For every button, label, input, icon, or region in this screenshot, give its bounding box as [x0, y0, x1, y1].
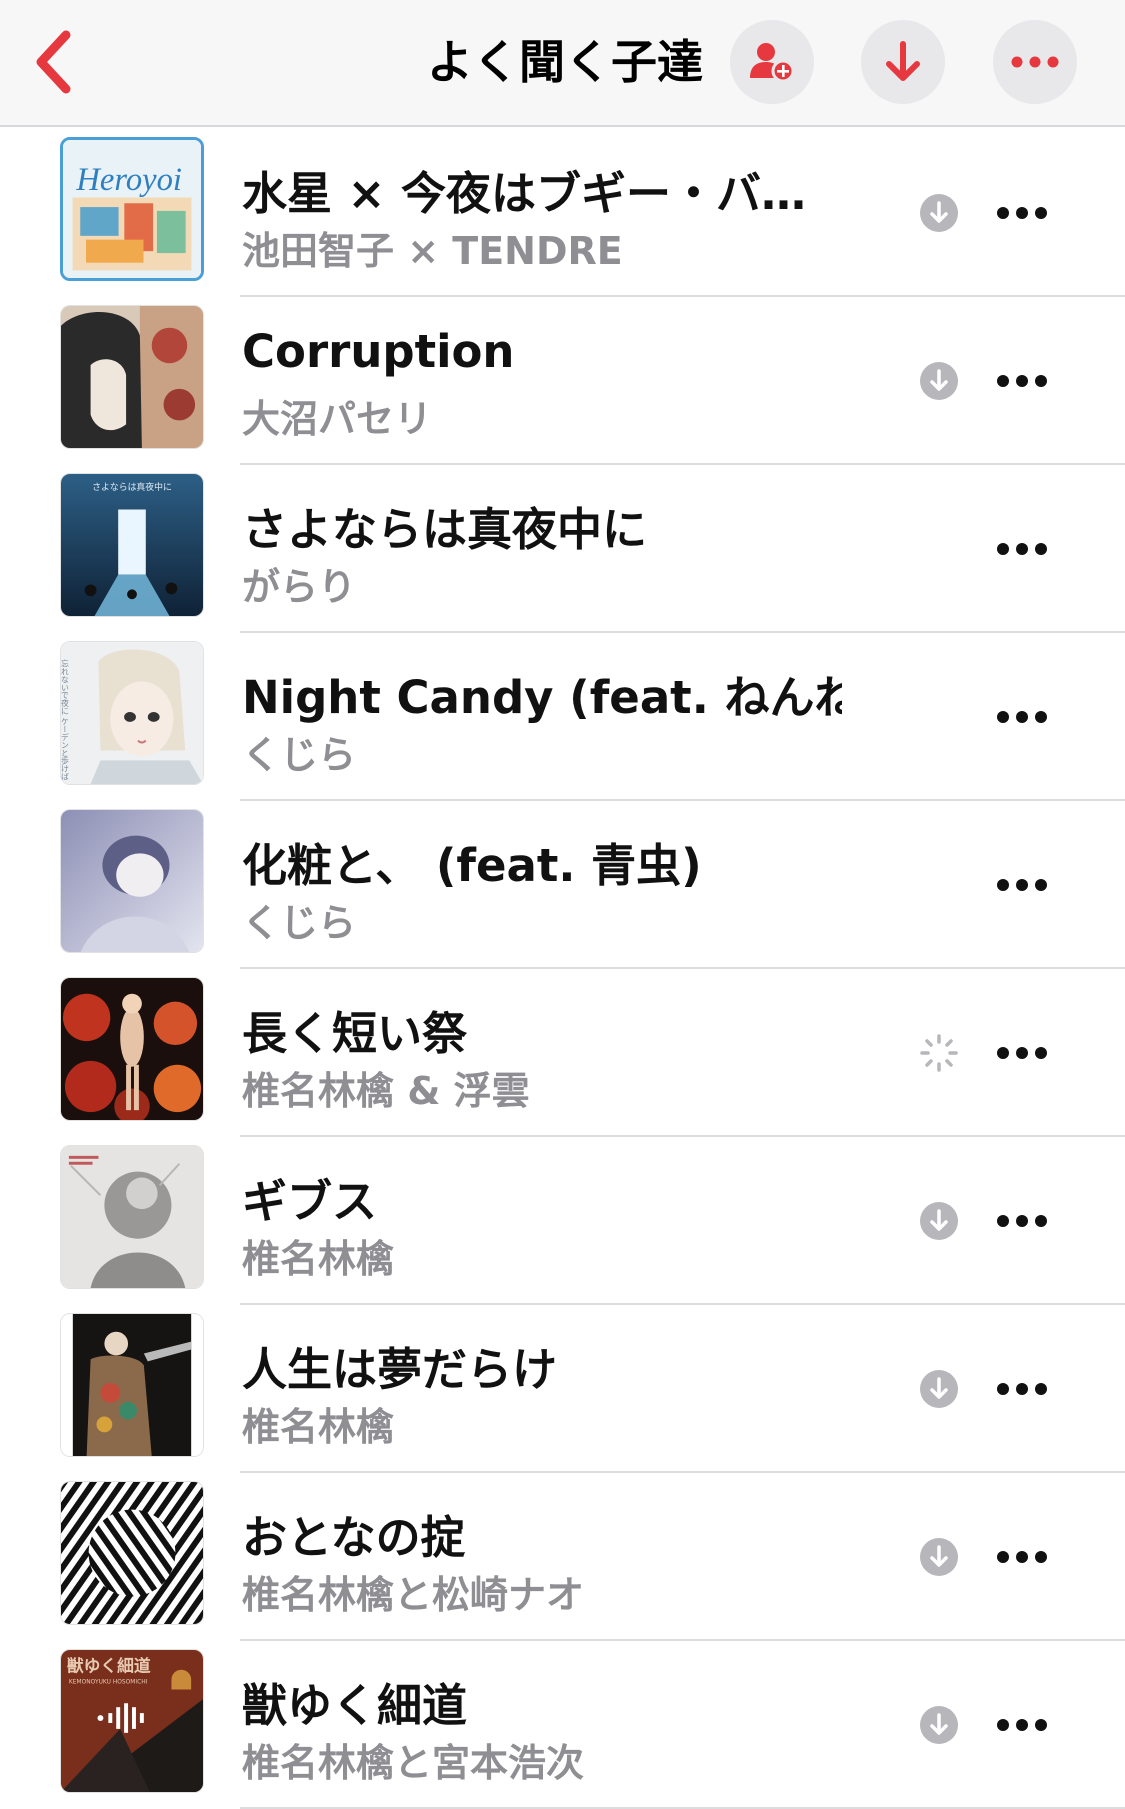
- more-button[interactable]: [992, 1699, 1052, 1751]
- song-row[interactable]: 人生は夢だらけ 椎名林檎: [0, 1305, 1125, 1473]
- download-button[interactable]: [920, 1202, 958, 1240]
- ellipsis-icon: [997, 1047, 1047, 1059]
- song-artist: 椎名林檎と松崎ナオ: [242, 1573, 585, 1617]
- download-button[interactable]: [920, 362, 958, 400]
- more-options-button[interactable]: [993, 20, 1077, 104]
- song-row[interactable]: ギブス 椎名林檎: [0, 1137, 1125, 1305]
- album-artwork: [60, 1481, 204, 1625]
- song-row[interactable]: さよならは真夜中に さよならは真夜中に がらり: [0, 465, 1125, 633]
- ellipsis-icon: [997, 1383, 1047, 1395]
- loading-spinner-icon: [920, 1034, 958, 1072]
- ellipsis-icon: [997, 1215, 1047, 1227]
- download-all-button[interactable]: [861, 20, 945, 104]
- artwork-text: 獣ゆく細道: [67, 1656, 151, 1676]
- download-circle-icon: [920, 1538, 958, 1576]
- ellipsis-icon: [997, 879, 1047, 891]
- chevron-left-icon: [36, 30, 71, 94]
- artwork-text: 忘れないで夜に ケーデンと歩けば: [61, 659, 69, 781]
- more-button[interactable]: [992, 355, 1052, 407]
- ellipsis-icon: [997, 711, 1047, 723]
- album-artwork: [60, 1145, 204, 1289]
- song-row[interactable]: 獣ゆく細道 KEMONOYUKU HOSOMICHI 獣ゆく細道 椎名林檎と宮本…: [0, 1641, 1125, 1809]
- song-artist: 椎名林檎: [242, 1405, 395, 1449]
- song-artist: 大沼パセリ: [242, 397, 433, 441]
- album-artwork: [60, 809, 204, 953]
- download-circle-icon: [920, 1706, 958, 1744]
- song-title: Corruption: [242, 325, 515, 378]
- album-artwork: [60, 1313, 204, 1457]
- song-artist: 椎名林檎と宮本浩次: [242, 1741, 585, 1785]
- more-button[interactable]: [992, 187, 1052, 239]
- more-button[interactable]: [992, 523, 1052, 575]
- ellipsis-icon: [997, 1551, 1047, 1563]
- song-row[interactable]: Heroyoi 水星 × 今夜はブギー・バ… 池田智子 × TENDRE: [0, 129, 1125, 297]
- song-row[interactable]: 忘れないで夜に ケーデンと歩けば Night Candy (feat. ねんね)…: [0, 633, 1125, 801]
- album-artwork: [60, 977, 204, 1121]
- song-list: Heroyoi 水星 × 今夜はブギー・バ… 池田智子 × TENDRE Cor…: [0, 129, 1125, 1809]
- song-artist: 池田智子 × TENDRE: [242, 229, 623, 273]
- artwork-text: Heroyoi: [75, 162, 182, 198]
- album-artwork: さよならは真夜中に: [60, 473, 204, 617]
- song-row[interactable]: 化粧と、 (feat. 青虫) くじら: [0, 801, 1125, 969]
- song-title: Night Candy (feat. ねんね): [242, 671, 842, 724]
- download-circle-icon: [920, 1370, 958, 1408]
- page-title: よく聞く子達: [427, 35, 703, 89]
- more-button[interactable]: [992, 1027, 1052, 1079]
- more-button[interactable]: [992, 1531, 1052, 1583]
- album-artwork: 忘れないで夜に ケーデンと歩けば: [60, 641, 204, 785]
- song-title: 化粧と、 (feat. 青虫): [242, 839, 702, 892]
- more-button[interactable]: [992, 691, 1052, 743]
- song-row[interactable]: 長く短い祭 椎名林檎 & 浮雲: [0, 969, 1125, 1137]
- ellipsis-icon: [997, 543, 1047, 555]
- ellipsis-icon: [997, 207, 1047, 219]
- song-artist: 椎名林檎: [242, 1237, 395, 1281]
- song-title: 長く短い祭: [242, 1007, 468, 1060]
- song-title: 人生は夢だらけ: [242, 1343, 558, 1396]
- song-title: さよならは真夜中に: [242, 503, 648, 556]
- arrow-down-icon: [886, 41, 920, 81]
- add-collaborator-button[interactable]: [730, 20, 814, 104]
- download-circle-icon: [920, 362, 958, 400]
- navigation-bar: よく聞く子達: [0, 0, 1125, 127]
- download-button[interactable]: [920, 194, 958, 232]
- download-circle-icon: [920, 1202, 958, 1240]
- song-title: ギブス: [242, 1175, 378, 1228]
- ellipsis-icon: [997, 375, 1047, 387]
- download-progress[interactable]: [920, 1034, 958, 1072]
- song-title: おとなの掟: [242, 1511, 466, 1564]
- download-button[interactable]: [920, 1538, 958, 1576]
- song-artist: くじら: [242, 733, 357, 777]
- artwork-text: さよならは真夜中に: [92, 481, 172, 492]
- album-artwork: [60, 305, 204, 449]
- person-add-icon: [750, 43, 795, 83]
- more-button[interactable]: [992, 1195, 1052, 1247]
- song-row[interactable]: Corruption 大沼パセリ: [0, 297, 1125, 465]
- song-title: 水星 × 今夜はブギー・バ…: [242, 167, 807, 220]
- download-button[interactable]: [920, 1370, 958, 1408]
- ellipsis-icon: [997, 1719, 1047, 1731]
- download-button[interactable]: [920, 1706, 958, 1744]
- artwork-text: KEMONOYUKU HOSOMICHI: [69, 1680, 148, 1686]
- album-artwork: Heroyoi: [60, 137, 204, 281]
- song-artist: くじら: [242, 901, 357, 945]
- download-circle-icon: [920, 194, 958, 232]
- song-artist: 椎名林檎 & 浮雲: [242, 1069, 530, 1113]
- album-artwork: 獣ゆく細道 KEMONOYUKU HOSOMICHI: [60, 1649, 204, 1793]
- more-button[interactable]: [992, 1363, 1052, 1415]
- more-button[interactable]: [992, 859, 1052, 911]
- song-title: 獣ゆく細道: [242, 1679, 468, 1732]
- song-row[interactable]: おとなの掟 椎名林檎と松崎ナオ: [0, 1473, 1125, 1641]
- song-artist: がらり: [242, 565, 357, 609]
- ellipsis-icon: [1011, 56, 1059, 68]
- back-button[interactable]: [18, 22, 90, 102]
